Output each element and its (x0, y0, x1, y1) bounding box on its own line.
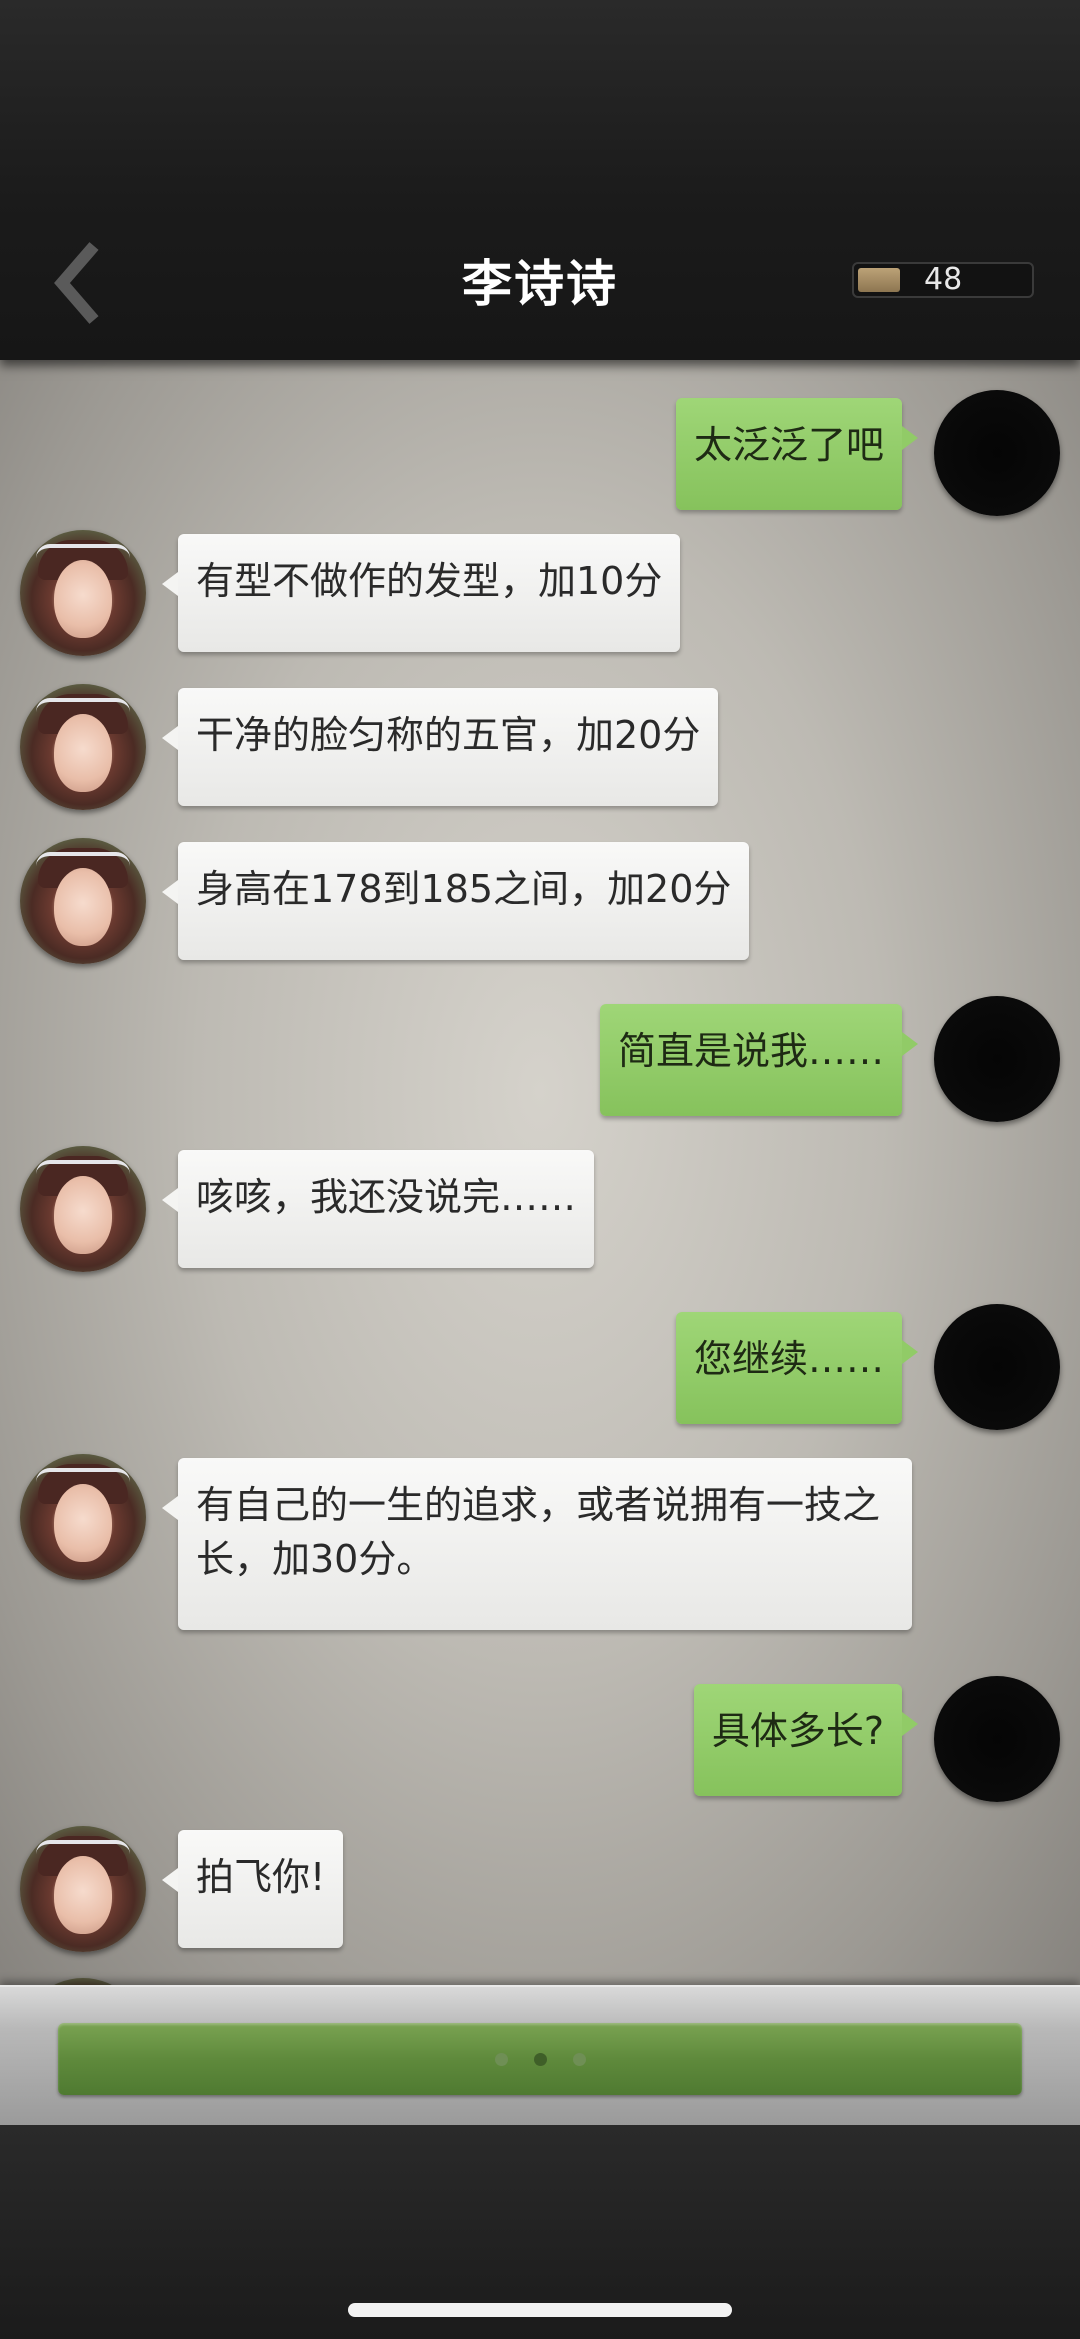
contact-message-bubble: 干净的脸匀称的五官，加20分 (161, 688, 719, 806)
energy-bar-icon (858, 268, 900, 292)
user-message-bubble: 您继续…… (675, 1312, 919, 1424)
dot-icon (533, 2053, 547, 2066)
message-text: 太泛泛了吧 (693, 423, 884, 467)
message-row: 有自己的一生的追求，或者说拥有一技之长，加30分。 (0, 1454, 1080, 1634)
contact-avatar[interactable] (20, 1454, 146, 1580)
counter-badge: 48 (852, 262, 1034, 298)
user-avatar[interactable] (934, 390, 1060, 516)
user-message-bubble: 简直是说我…… (599, 1004, 919, 1116)
dot-icon (572, 2053, 586, 2066)
footer (0, 2125, 1080, 2339)
message-row: 您继续…… (0, 1304, 1080, 1434)
contact-message-bubble: 身高在178到185之间，加20分 (161, 842, 750, 960)
contact-message-bubble: 有型不做作的发型，加10分 (161, 534, 681, 652)
contact-avatar[interactable] (20, 1826, 146, 1952)
message-row: 具体多长? (0, 1676, 1080, 1806)
user-message-bubble: 太泛泛了吧 (675, 398, 919, 510)
message-text: 简直是说我…… (617, 1029, 884, 1073)
home-indicator[interactable] (348, 2303, 732, 2317)
contact-avatar[interactable] (20, 838, 146, 964)
message-row: 咳咳，我还没说完…… (0, 1146, 1080, 1276)
chat-area[interactable]: 太泛泛了吧 有型不做作的发型，加10分 干净的脸匀称的五官，加20分 身高在17… (0, 360, 1080, 1985)
contact-message-bubble: 咳咳，我还没说完…… (161, 1150, 595, 1268)
bottom-panel (0, 1985, 1080, 2127)
message-row: 太泛泛了吧 (0, 384, 1080, 516)
contact-avatar[interactable] (20, 1978, 146, 1985)
contact-avatar[interactable] (20, 684, 146, 810)
message-row: 拍飞你! (0, 1826, 1080, 1956)
user-message-bubble: 具体多长? (693, 1684, 919, 1796)
message-text: 有自己的一生的追求，或者说拥有一技之长，加30分。 (196, 1483, 881, 1581)
user-avatar[interactable] (934, 996, 1060, 1122)
top-bar: 李诗诗 48 (0, 0, 1080, 360)
dot-icon (494, 2053, 508, 2066)
message-text: 您继续…… (693, 1337, 884, 1381)
continue-button[interactable] (58, 2023, 1022, 2095)
message-text: 身高在178到185之间，加20分 (196, 867, 732, 911)
message-text: 干净的脸匀称的五官，加20分 (196, 713, 701, 757)
counter-value: 48 (924, 262, 963, 297)
message-text: 拍飞你! (196, 1855, 326, 1899)
contact-message-bubble: 有自己的一生的追求，或者说拥有一技之长，加30分。 (162, 1458, 912, 1630)
message-row: 有型不做作的发型，加10分 (0, 530, 1080, 660)
message-row: 简直是说我…… (0, 996, 1080, 1126)
typing-dots (58, 2023, 1022, 2095)
contact-message-bubble: 拍飞你! (161, 1830, 344, 1948)
user-avatar[interactable] (934, 1676, 1060, 1802)
contact-avatar[interactable] (20, 1146, 146, 1272)
message-row: 干净的脸匀称的五官，加20分 (0, 684, 1080, 814)
contact-avatar[interactable] (20, 530, 146, 656)
message-row: 身高在178到185之间，加20分 (0, 838, 1080, 968)
message-text: 具体多长? (711, 1709, 884, 1753)
user-avatar[interactable] (934, 1304, 1060, 1430)
message-text: 咳咳，我还没说完…… (196, 1175, 577, 1219)
message-text: 有型不做作的发型，加10分 (196, 559, 663, 603)
